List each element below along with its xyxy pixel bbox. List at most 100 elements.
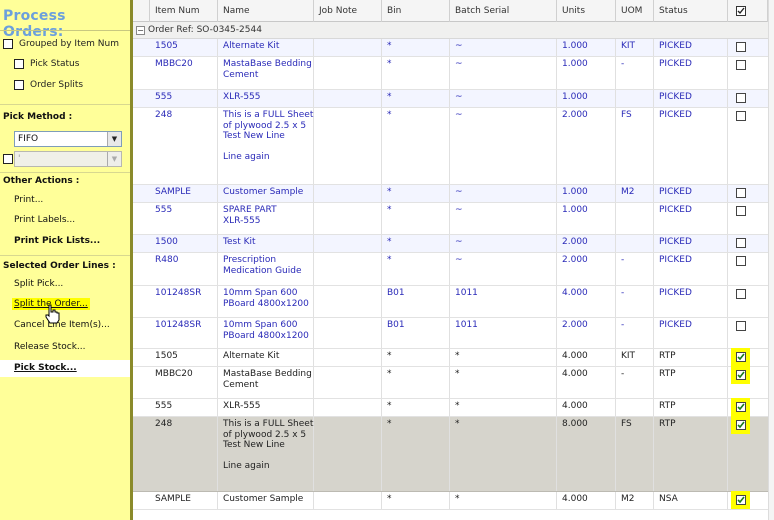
row-select-checkbox[interactable] (736, 256, 746, 266)
name-line: Test Kit (223, 237, 256, 247)
status-cell: PICKED (659, 288, 692, 298)
column-header-bin[interactable]: Bin (382, 0, 450, 22)
grouped-by-item-num-checkbox[interactable]: Grouped by Item Num (3, 39, 119, 49)
row-select-checkbox[interactable] (736, 188, 746, 198)
name-line: Customer Sample (223, 494, 304, 504)
column-header-batch-serial[interactable]: Batch Serial (450, 0, 557, 22)
units-cell: 1.000 (562, 92, 588, 102)
print-pick-lists-link[interactable]: Print Pick Lists... (14, 236, 100, 246)
name-line: Alternate Kit (223, 351, 280, 361)
table-row[interactable]: 555 XLR-555 * ~1.000 PICKED (133, 90, 774, 108)
collapse-icon[interactable]: − (136, 26, 145, 35)
column-header-uom[interactable]: UOM (616, 0, 654, 22)
print-link[interactable]: Print... (14, 195, 43, 205)
chevron-down-icon[interactable]: ▼ (107, 132, 121, 146)
table-row[interactable]: 101248SR 10mm Span 600 PBoard 4800x1200 B01… (133, 286, 774, 318)
name-cell: Alternate Kit (218, 351, 314, 362)
order-splits-checkbox[interactable]: Order Splits (14, 80, 83, 90)
status-cell: PICKED (659, 237, 692, 247)
row-select-checkbox[interactable] (736, 352, 746, 362)
batch-serial-cell: ~ (455, 187, 463, 197)
header-spacer (133, 0, 150, 22)
table-row[interactable]: SAMPLE Customer Sample * * 4.000 M2 NSA (133, 491, 774, 510)
column-header-name[interactable]: Name (218, 0, 314, 22)
row-select-checkbox[interactable] (736, 289, 746, 299)
table-row[interactable]: 1505 Alternate Kit * ~1.000 KIT PICKED (133, 39, 774, 57)
name-line (223, 142, 314, 153)
batch-serial-cell: ~ (455, 255, 463, 265)
checkbox-box[interactable] (14, 80, 24, 90)
row-select-checkbox[interactable] (736, 370, 746, 380)
order-group-row[interactable]: − Order Ref: SO-0345-2544 (133, 22, 774, 39)
selected-order-lines-heading: Selected Order Lines : (3, 261, 116, 271)
column-header-job-note[interactable]: Job Note (314, 0, 382, 22)
units-cell: 4.000 (562, 369, 588, 379)
name-line: Test New Line (223, 131, 285, 141)
name-cell: Prescription Medication Guide (218, 255, 314, 276)
status-cell: RTP (659, 419, 676, 429)
row-select-checkbox[interactable] (736, 42, 746, 52)
table-row[interactable]: 248 This is a FULL Sheet of plywood 2.5 x … (133, 416, 774, 492)
print-labels-link[interactable]: Print Labels... (14, 215, 75, 225)
pick-status-checkbox[interactable]: Pick Status (14, 59, 79, 69)
table-row[interactable]: 555 SPARE PART XLR-555 * ~1.000 PICKED (133, 203, 774, 235)
table-row[interactable]: MBBC20 MastaBase Bedding Cement * * 4.000 - RTP (133, 366, 774, 399)
table-row[interactable]: 555 XLR-555 * * 4.000 RTP (133, 398, 774, 417)
table-row[interactable]: 101248SR 10mm Span 600 PBoard 4800x1200 B01… (133, 318, 774, 349)
checkbox-box[interactable] (3, 39, 13, 49)
secondary-select[interactable]: ' ▼ (14, 151, 122, 167)
pick-stock-link[interactable]: Pick Stock... (14, 363, 77, 373)
row-select-checkbox[interactable] (736, 238, 746, 248)
table-row[interactable]: 1505 Alternate Kit * * 4.000 KIT RTP (133, 348, 774, 367)
table-row[interactable]: SAMPLE Customer Sample * ~1.000 M2 PICKED (133, 185, 774, 203)
uom-cell: FS (621, 419, 632, 429)
table-row[interactable]: R480 Prescription Medication Guide * ~2.000 -… (133, 253, 774, 286)
sidebar-divider (0, 30, 130, 31)
bin-cell: * (387, 255, 392, 265)
name-cell: SPARE PART XLR-555 (218, 205, 314, 226)
pick-method-select[interactable]: FIFO ▼ (14, 131, 122, 147)
row-select-checkbox[interactable] (736, 111, 746, 121)
name-line: Prescription (223, 255, 277, 265)
name-line: PBoard 4800x1200 (223, 298, 309, 309)
table-row[interactable]: 1500 Test Kit * ~2.000 PICKED (133, 235, 774, 253)
table-row[interactable]: MBBC20 MastaBase Bedding Cement * ~1.000 - PIC… (133, 57, 774, 90)
row-select-checkbox[interactable] (736, 93, 746, 103)
name-line: PBoard 4800x1200 (223, 330, 309, 341)
row-select-checkbox[interactable] (736, 420, 746, 430)
item-num-cell: MBBC20 (155, 369, 193, 379)
name-cell: 10mm Span 600 PBoard 4800x1200 (218, 320, 314, 341)
name-line: Test New Line (223, 440, 285, 450)
units-cell: 4.000 (562, 288, 588, 298)
name-cell: Customer Sample (218, 494, 314, 505)
row-select-checkbox[interactable] (736, 206, 746, 216)
name-line: XLR-555 (223, 401, 261, 411)
table-row[interactable]: 248 This is a FULL Sheet of plywood 2.5 x … (133, 108, 774, 185)
column-header-status[interactable]: Status (654, 0, 728, 22)
order-splits-label: Order Splits (30, 80, 84, 90)
cancel-line-items-link[interactable]: Cancel Line Item(s)... (14, 320, 110, 330)
name-cell: Alternate Kit (218, 41, 314, 52)
row-select-checkbox[interactable] (736, 321, 746, 331)
split-pick-link[interactable]: Split Pick... (14, 279, 63, 289)
checkbox-box[interactable] (14, 59, 24, 69)
name-line: Alternate Kit (223, 41, 280, 51)
grid-header: Item Num Name Job Note Bin Batch Serial … (133, 0, 774, 22)
chevron-down-icon[interactable]: ▼ (107, 152, 121, 166)
row-select-checkbox[interactable] (736, 402, 746, 412)
sidebar-divider (0, 172, 130, 173)
column-header-units[interactable]: Units (557, 0, 616, 22)
name-line (223, 451, 314, 462)
status-cell: PICKED (659, 205, 692, 215)
secondary-option-checkbox[interactable] (3, 154, 13, 164)
pick-status-label: Pick Status (30, 59, 80, 69)
grouped-by-item-num-label: Grouped by Item Num (19, 39, 119, 49)
column-header-item-num[interactable]: Item Num (150, 0, 218, 22)
release-stock-link[interactable]: Release Stock... (14, 342, 86, 352)
row-select-checkbox[interactable] (736, 495, 746, 505)
vertical-scrollbar[interactable] (768, 0, 774, 520)
name-cell: This is a FULL Sheet of plywood 2.5 x 5 Te… (218, 110, 314, 163)
uom-cell: - (621, 320, 625, 330)
row-select-checkbox[interactable] (736, 60, 746, 70)
select-all-checkbox[interactable] (736, 6, 746, 16)
